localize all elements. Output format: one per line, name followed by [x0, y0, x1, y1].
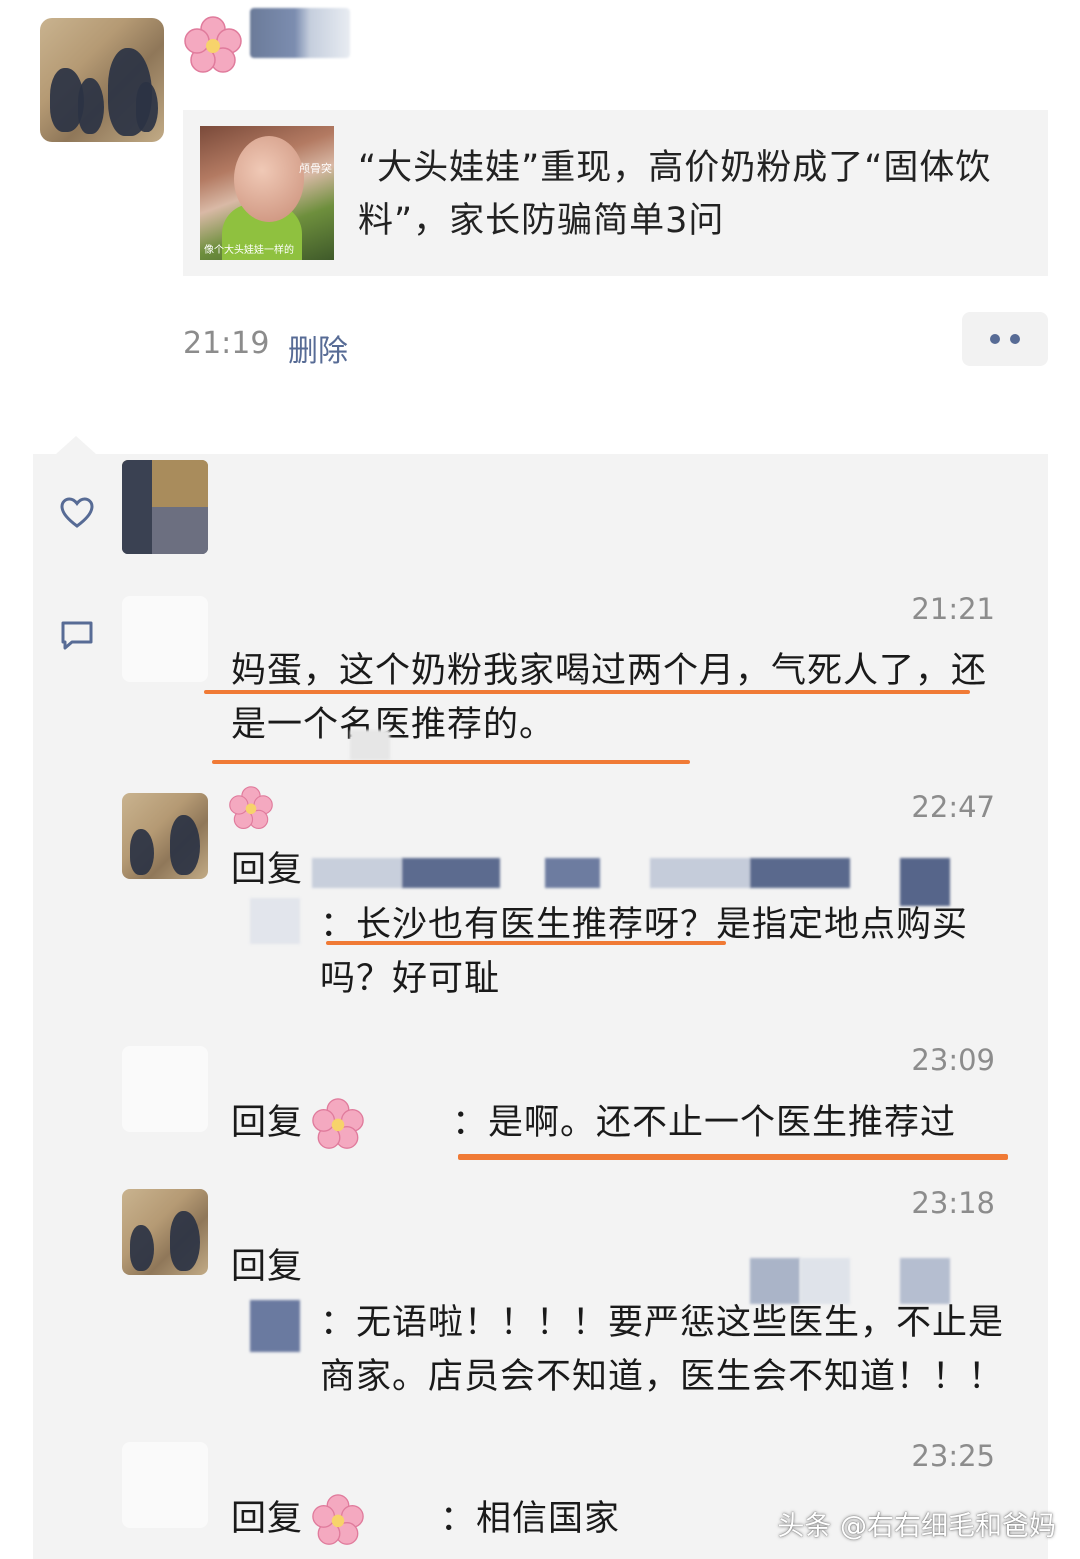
commenter-avatar[interactable] — [122, 793, 208, 879]
panel-pointer — [56, 436, 96, 454]
cherry-blossom-icon — [312, 1494, 364, 1545]
commenter-avatar[interactable] — [122, 1189, 208, 1275]
watermark: 头条 @右右细毛和爸妈 — [777, 1511, 1056, 1542]
delete-button[interactable]: 删除 — [288, 326, 348, 370]
liker-avatar[interactable] — [122, 460, 208, 554]
comment-text[interactable]: ：无语啦！！！！要严惩这些医生，不止是商家。店员会不知道，医生会不知道！！！ — [320, 1296, 1020, 1404]
more-button[interactable] — [962, 312, 1048, 366]
heart-outline-icon — [60, 497, 94, 528]
cherry-blossom-icon — [312, 1098, 364, 1149]
highlight-underline — [204, 690, 970, 694]
commenter-avatar[interactable] — [122, 1442, 208, 1528]
comment-time: 23:25 — [911, 1439, 995, 1473]
cherry-blossom-icon — [184, 16, 242, 73]
comment-time: 22:47 — [911, 790, 995, 824]
article-title[interactable]: “大头娃娃”重现，高价奶粉成了“固体饮料”，家长防骗简单3问 — [358, 142, 1028, 248]
comment-time: 21:21 — [911, 592, 995, 626]
post-time: 21:19 — [183, 326, 270, 361]
comment-time: 23:09 — [911, 1043, 995, 1077]
article-thumbnail: 颅骨突 像个大头娃娃一样的 — [200, 126, 334, 260]
highlight-underline — [458, 1154, 1008, 1160]
reply-prefix: 回复 — [231, 1247, 304, 1287]
more-dots-icon — [990, 334, 1000, 344]
commenter-avatar[interactable] — [122, 1046, 208, 1132]
comment-text[interactable]: 妈蛋，这个奶粉我家喝过两个月，气死人了，还是一个名医推荐的。 — [231, 644, 1011, 752]
highlight-underline — [212, 760, 690, 764]
comment-text[interactable]: ：长沙也有医生推荐呀？是指定地点购买吗？好可耻 — [320, 898, 1010, 1006]
cherry-blossom-icon — [229, 786, 273, 830]
author-avatar[interactable] — [40, 18, 164, 142]
author-name-redacted[interactable] — [250, 8, 350, 58]
comment-time: 23:18 — [911, 1186, 995, 1220]
thumb-overlay-top: 颅骨突 — [299, 162, 332, 175]
comment-text[interactable]: ：是啊。还不止一个医生推荐过 — [452, 1096, 1022, 1150]
speech-bubble-icon — [61, 621, 93, 650]
thumb-overlay-bottom: 像个大头娃娃一样的 — [204, 245, 294, 256]
highlight-underline — [326, 941, 726, 945]
commenter-avatar[interactable] — [122, 596, 208, 682]
